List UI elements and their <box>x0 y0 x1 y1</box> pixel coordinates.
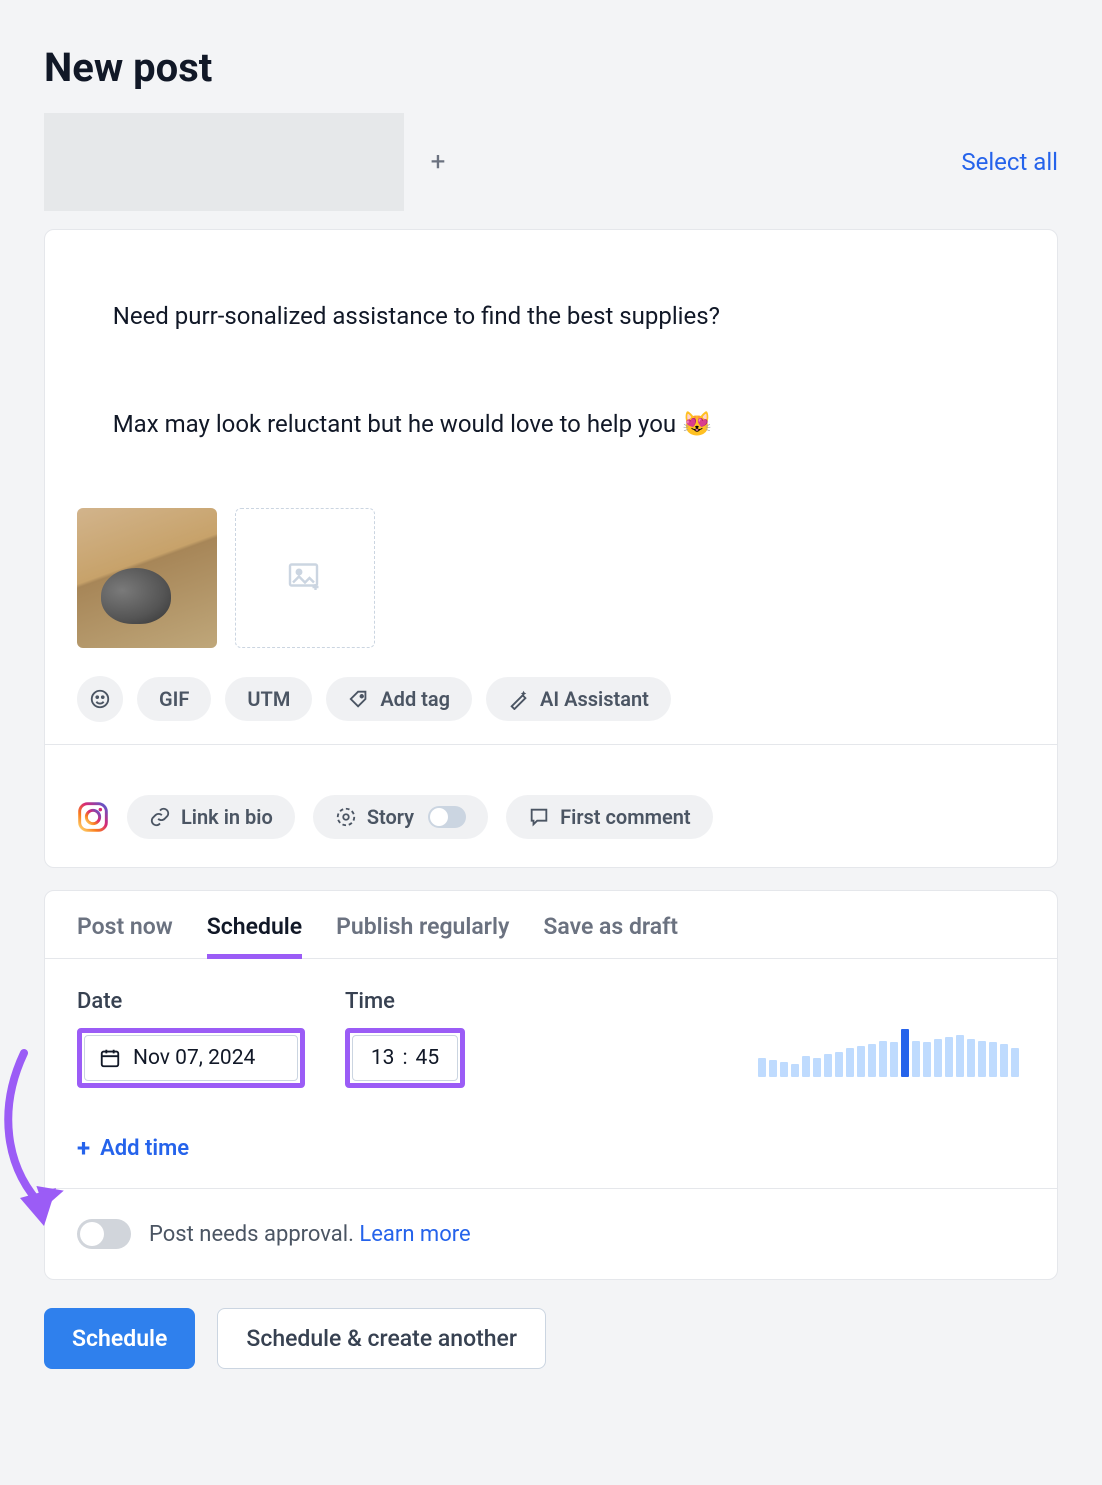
schedule-body: Date Nov 07, 2024 Time 13 : 45 <box>45 959 1057 1114</box>
link-in-bio-chip[interactable]: Link in bio <box>127 795 295 839</box>
activity-chart <box>758 1029 1025 1077</box>
tab-schedule[interactable]: Schedule <box>207 913 302 958</box>
activity-bar <box>813 1058 821 1077</box>
channel-placeholder[interactable] <box>44 113 404 211</box>
activity-bar <box>868 1044 876 1077</box>
post-text-line2: Max may look reluctant but he would love… <box>113 410 712 438</box>
story-icon <box>335 806 357 828</box>
activity-bar <box>780 1062 788 1077</box>
gif-chip[interactable]: GIF <box>137 677 211 721</box>
activity-bar <box>923 1042 931 1077</box>
tab-save-draft[interactable]: Save as draft <box>543 913 678 958</box>
first-comment-label: First comment <box>560 805 691 829</box>
ai-assistant-chip[interactable]: AI Assistant <box>486 677 671 721</box>
activity-bar <box>934 1039 942 1077</box>
activity-bar <box>989 1042 997 1077</box>
add-tag-label: Add tag <box>380 687 450 711</box>
activity-bar <box>802 1056 810 1077</box>
time-input[interactable]: 13 : 45 <box>352 1035 458 1081</box>
compose-chips: GIF UTM Add tag AI Assistant <box>77 676 1025 722</box>
divider <box>45 744 1057 745</box>
plus-icon: + <box>431 147 446 177</box>
activity-bar <box>769 1060 777 1077</box>
date-label: Date <box>77 989 305 1014</box>
post-textarea[interactable]: Need purr-sonalized assistance to find t… <box>77 262 1025 478</box>
activity-bar <box>835 1052 843 1077</box>
learn-more-link[interactable]: Learn more <box>359 1222 470 1247</box>
emoji-button[interactable] <box>77 676 123 722</box>
activity-bar <box>824 1054 832 1077</box>
tab-publish-regularly[interactable]: Publish regularly <box>336 913 509 958</box>
approval-text: Post needs approval. Learn more <box>149 1222 471 1247</box>
activity-bar <box>890 1042 898 1077</box>
add-time-label: Add time <box>100 1136 189 1161</box>
approval-toggle[interactable] <box>77 1219 131 1249</box>
schedule-tabs: Post now Schedule Publish regularly Save… <box>45 891 1057 959</box>
instagram-options-row: Link in bio Story First comment <box>45 769 1057 867</box>
activity-bar <box>901 1029 909 1077</box>
approval-text-label: Post needs approval. <box>149 1222 354 1247</box>
activity-bar <box>1011 1048 1019 1077</box>
link-icon <box>149 806 171 828</box>
activity-bar <box>967 1039 975 1077</box>
time-highlight: 13 : 45 <box>345 1028 465 1088</box>
activity-bar <box>945 1037 953 1077</box>
time-label: Time <box>345 989 465 1014</box>
page-title: New post <box>44 44 1058 91</box>
story-toggle[interactable] <box>428 806 466 828</box>
ai-assistant-label: AI Assistant <box>540 687 649 711</box>
media-row <box>77 508 1025 648</box>
time-field: Time 13 : 45 <box>345 989 465 1088</box>
instagram-icon <box>77 801 109 833</box>
date-input[interactable]: Nov 07, 2024 <box>84 1035 298 1081</box>
magic-icon <box>508 688 530 710</box>
add-tag-chip[interactable]: Add tag <box>326 677 472 721</box>
schedule-button[interactable]: Schedule <box>44 1308 195 1369</box>
add-channel-button[interactable]: + <box>418 142 458 182</box>
add-time-button[interactable]: + Add time <box>77 1134 189 1162</box>
action-row: Schedule Schedule & create another <box>44 1308 1058 1369</box>
select-all-link[interactable]: Select all <box>961 148 1058 176</box>
activity-bar <box>1000 1044 1008 1077</box>
date-value: Nov 07, 2024 <box>133 1046 255 1070</box>
tag-icon <box>348 688 370 710</box>
activity-bar <box>857 1046 865 1077</box>
activity-bar <box>956 1035 964 1077</box>
compose-card: Need purr-sonalized assistance to find t… <box>44 229 1058 868</box>
activity-bar <box>879 1041 887 1077</box>
activity-bar <box>758 1058 766 1077</box>
story-label: Story <box>367 805 414 829</box>
time-hour: 13 <box>371 1046 395 1070</box>
link-in-bio-label: Link in bio <box>181 805 273 829</box>
schedule-create-another-button[interactable]: Schedule & create another <box>217 1308 546 1369</box>
post-text-line1: Need purr-sonalized assistance to find t… <box>113 302 720 330</box>
plus-icon: + <box>77 1134 90 1162</box>
image-plus-icon <box>285 560 325 596</box>
schedule-card: Post now Schedule Publish regularly Save… <box>44 890 1058 1280</box>
emoji-icon <box>89 688 111 710</box>
tab-post-now[interactable]: Post now <box>77 913 173 958</box>
channel-row: + Select all <box>44 113 1058 211</box>
first-comment-chip[interactable]: First comment <box>506 795 713 839</box>
activity-bar <box>978 1041 986 1077</box>
time-sep: : <box>402 1046 407 1070</box>
date-field: Date Nov 07, 2024 <box>77 989 305 1088</box>
time-min: 45 <box>416 1046 440 1070</box>
utm-chip[interactable]: UTM <box>225 677 312 721</box>
activity-bar <box>846 1048 854 1077</box>
activity-bar <box>791 1064 799 1077</box>
date-highlight: Nov 07, 2024 <box>77 1028 305 1088</box>
media-thumbnail[interactable] <box>77 508 217 648</box>
approval-row: Post needs approval. Learn more <box>45 1188 1057 1279</box>
calendar-icon <box>99 1047 121 1069</box>
comment-icon <box>528 806 550 828</box>
activity-bar <box>912 1041 920 1077</box>
story-chip[interactable]: Story <box>313 795 488 839</box>
add-media-button[interactable] <box>235 508 375 648</box>
